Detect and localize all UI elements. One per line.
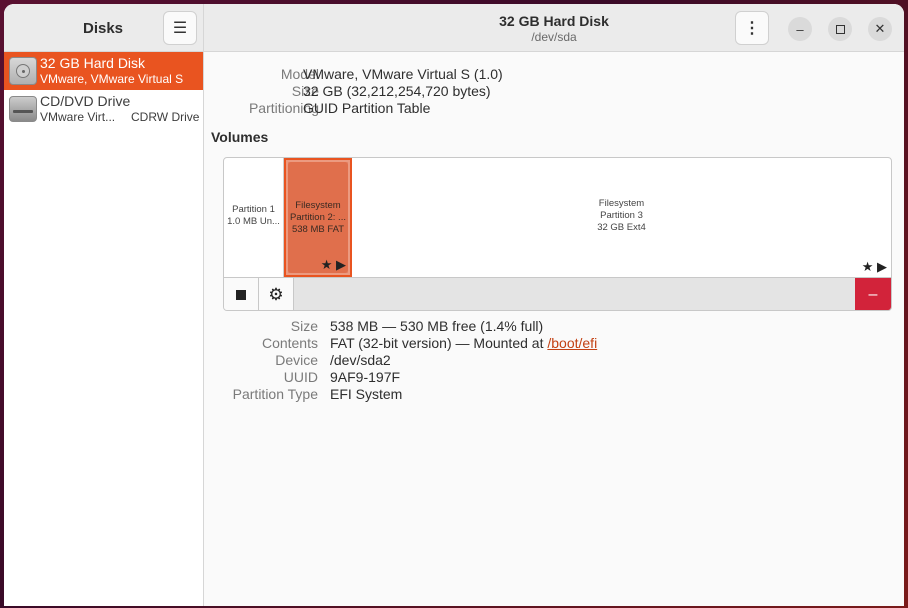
minimize-button[interactable]: – bbox=[788, 17, 812, 41]
close-icon: ✕ bbox=[874, 21, 886, 36]
partition-type-value: EFI System bbox=[330, 386, 403, 402]
drive-item-hard-disk[interactable]: 32 GB Hard Disk VMware, VMware Virtual S bbox=[4, 52, 203, 90]
header-bar: 32 GB Hard Disk /dev/sda ⋮ – ✕ bbox=[204, 4, 904, 52]
main-pane: 32 GB Hard Disk /dev/sda ⋮ – ✕ Model VMw… bbox=[204, 4, 904, 606]
hamburger-menu-icon: ☰ bbox=[172, 20, 188, 37]
model-value: VMware, VMware Virtual S (1.0) bbox=[303, 66, 503, 82]
device-label: Device bbox=[275, 352, 318, 368]
drive-name: CD/DVD Drive bbox=[40, 93, 131, 109]
main-menu-button[interactable]: ☰ bbox=[163, 11, 197, 45]
uuid-value: 9AF9-197F bbox=[330, 369, 401, 385]
unmount-button[interactable] bbox=[224, 278, 259, 310]
size-value: 32 GB (32,212,254,720 bytes) bbox=[303, 83, 491, 99]
partition-3-block[interactable]: Filesystem Partition 3 32 GB Ext4 ★ ▶ bbox=[352, 158, 891, 277]
drive-name: 32 GB Hard Disk bbox=[40, 55, 146, 71]
sidebar: Disks ☰ 32 GB Hard Disk VMware, VMware V… bbox=[4, 4, 204, 606]
partitioning-value: GUID Partition Table bbox=[303, 100, 431, 116]
sidebar-header: Disks ☰ bbox=[4, 4, 203, 52]
volume-toolbar: ⚙ – bbox=[224, 277, 891, 310]
partition-settings-button[interactable]: ⚙ bbox=[259, 278, 294, 310]
mount-point-link[interactable]: /boot/efi bbox=[547, 335, 597, 351]
uuid-label: UUID bbox=[283, 369, 318, 385]
star-icon: ★ bbox=[320, 257, 333, 272]
drive-subtitle: VMware Virt... bbox=[40, 110, 116, 124]
delete-partition-button[interactable]: – bbox=[855, 278, 891, 310]
partition-label: Filesystem bbox=[598, 198, 645, 209]
volume-map: Partition 1 1.0 MB Un... Filesystem Part… bbox=[224, 158, 891, 277]
hard-disk-icon bbox=[9, 57, 37, 85]
play-icon: ▶ bbox=[877, 259, 887, 274]
gear-icon: ⚙ bbox=[268, 285, 284, 304]
star-icon: ★ bbox=[861, 259, 874, 274]
partition-type-label: Partition Type bbox=[232, 386, 318, 402]
drive-options-button[interactable]: ⋮ bbox=[735, 11, 769, 45]
partition-detail: Partition 3 bbox=[600, 210, 643, 221]
partition-size: 32 GB Ext4 bbox=[597, 222, 646, 233]
maximize-button[interactable] bbox=[828, 17, 852, 41]
optical-drive-icon bbox=[9, 96, 37, 122]
contents-label: Contents bbox=[261, 335, 318, 351]
contents-value: FAT (32-bit version) — Mounted at /boot/… bbox=[330, 335, 597, 351]
partition-detail: Partition 2: ... bbox=[290, 212, 346, 223]
partition-2-block[interactable]: Filesystem Partition 2: ... 538 MB FAT ★… bbox=[284, 158, 352, 277]
partition-1-block[interactable]: Partition 1 1.0 MB Un... bbox=[224, 158, 284, 277]
partition-label: Partition 1 bbox=[232, 204, 275, 215]
minimize-icon: – bbox=[796, 21, 804, 37]
close-button[interactable]: ✕ bbox=[868, 17, 892, 41]
minus-icon: – bbox=[868, 285, 878, 303]
maximize-icon bbox=[835, 24, 845, 34]
partition-detail: 1.0 MB Un... bbox=[227, 216, 280, 227]
device-value: /dev/sda2 bbox=[330, 352, 391, 368]
partition-label: Filesystem bbox=[295, 200, 341, 211]
contents-text: FAT (32-bit version) — Mounted at bbox=[330, 335, 548, 351]
partition-size-label: Size bbox=[290, 318, 318, 334]
volumes-heading: Volumes bbox=[211, 129, 269, 145]
drive-item-cd-dvd[interactable]: CD/DVD Drive VMware Virt... CDRW Drive bbox=[4, 90, 203, 128]
disks-window: Disks ☰ 32 GB Hard Disk VMware, VMware V… bbox=[4, 4, 904, 606]
volumes-panel: Partition 1 1.0 MB Un... Filesystem Part… bbox=[223, 157, 892, 311]
partition-size: 538 MB FAT bbox=[291, 224, 345, 235]
drive-type: CDRW Drive bbox=[131, 110, 200, 124]
play-icon: ▶ bbox=[336, 257, 346, 272]
drive-subtitle: VMware, VMware Virtual S bbox=[40, 72, 184, 86]
partition-size-value: 538 MB — 530 MB free (1.4% full) bbox=[330, 318, 544, 334]
vertical-ellipsis-icon: ⋮ bbox=[744, 20, 760, 37]
stop-icon bbox=[236, 289, 246, 300]
